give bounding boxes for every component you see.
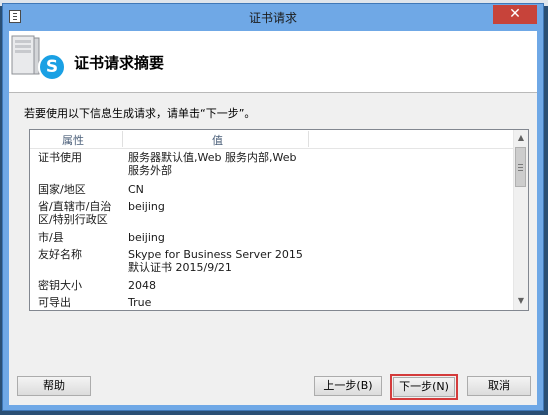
- property-value: 服务器默认值,Web 服务内部,Web 服务外部: [128, 151, 297, 177]
- server-icon: [11, 35, 40, 75]
- column-header-value[interactable]: 值: [212, 132, 223, 148]
- instruction-text: 若要使用以下信息生成请求，请单击“下一步”。: [24, 107, 256, 120]
- scroll-up-arrow-icon[interactable]: ▲: [516, 132, 526, 144]
- help-button[interactable]: 帮助: [17, 376, 91, 396]
- page-title: 证书请求摘要: [74, 54, 165, 72]
- column-header-property[interactable]: 属性: [62, 132, 84, 148]
- property-value: Skype for Business Server 2015 默认证书 2015…: [128, 248, 303, 274]
- dialog-body: S 证书请求摘要 若要使用以下信息生成请求，请单击“下一步”。 属性 值 证书使…: [9, 31, 537, 405]
- property-name: 证书使用: [38, 151, 82, 164]
- next-button[interactable]: 下一步(N): [393, 377, 455, 397]
- wizard-header: S 证书请求摘要: [9, 31, 537, 92]
- skype-logo-icon: S: [38, 53, 66, 81]
- scrollbar-thumb[interactable]: [515, 147, 526, 187]
- certificate-request-dialog: 证书请求 ✕ S 证书请求摘要 若要使用以下信息生成请求，请单击“下一步”。 属…: [2, 3, 544, 411]
- list-header: 属性 值: [30, 130, 516, 149]
- grip-line: [518, 170, 523, 171]
- cancel-button[interactable]: 取消: [467, 376, 531, 396]
- property-value: beijing: [128, 200, 165, 213]
- property-name: 密钥大小: [38, 279, 82, 292]
- column-divider: [122, 131, 123, 147]
- vertical-scrollbar[interactable]: ▲ ▼: [513, 130, 528, 310]
- property-value: 2048: [128, 279, 156, 292]
- grip-line: [518, 167, 523, 168]
- property-name: 国家/地区: [38, 183, 86, 196]
- summary-list[interactable]: 属性 值 证书使用 服务器默认值,Web 服务内部,Web 服务外部 国家/地区…: [29, 129, 529, 311]
- property-name: 友好名称: [38, 248, 82, 261]
- header-divider: [9, 92, 537, 93]
- grip-line: [518, 164, 523, 165]
- title-bar[interactable]: 证书请求 ✕: [3, 4, 543, 30]
- window-title: 证书请求: [248, 11, 297, 25]
- scroll-down-arrow-icon[interactable]: ▼: [516, 295, 526, 307]
- column-divider: [308, 131, 309, 147]
- close-button[interactable]: ✕: [493, 5, 537, 24]
- property-value: True: [128, 296, 152, 309]
- property-name: 可导出: [38, 296, 71, 309]
- property-name: 市/县: [38, 231, 64, 244]
- property-value: CN: [128, 183, 144, 196]
- back-button[interactable]: 上一步(B): [314, 376, 382, 396]
- property-value: beijing: [128, 231, 165, 244]
- property-name: 省/直辖市/自治区/特别行政区: [38, 200, 112, 226]
